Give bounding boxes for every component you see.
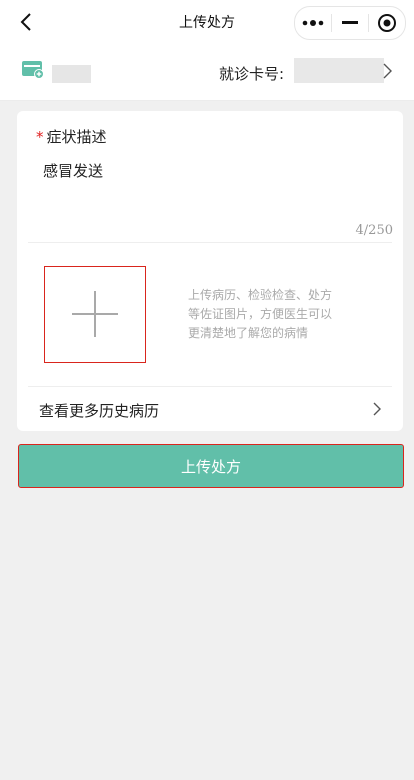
card-number-label: 就诊卡号:	[219, 65, 285, 83]
required-mark: *	[36, 128, 44, 146]
prescription-form-card: * 症状描述 感冒发送 4/250 上传病历、检验检查、处方 等佐证图片，方便医生…	[17, 111, 403, 431]
history-label: 查看更多历史病历	[39, 402, 160, 420]
mini-program-capsule	[294, 6, 406, 40]
more-dots-icon	[302, 20, 324, 26]
upload-hint-line: 上传病历、检验检查、处方	[188, 288, 333, 302]
card-number-placeholder	[294, 58, 384, 83]
medical-card-selector[interactable]: 就诊卡号:	[0, 44, 414, 101]
plus-icon	[72, 291, 118, 337]
upload-prescription-button[interactable]: 上传处方	[18, 444, 404, 488]
card-plus-icon	[22, 61, 44, 83]
symptom-title: * 症状描述	[36, 126, 107, 147]
character-counter: 4/250	[355, 223, 393, 238]
upload-hint: 上传病历、检验检查、处方 等佐证图片，方便医生可以 更清楚地了解您的病情	[188, 286, 363, 343]
chevron-right-icon	[383, 63, 392, 83]
minimize-icon	[342, 21, 358, 24]
target-close-icon	[378, 14, 396, 32]
chevron-right-icon	[373, 401, 381, 420]
close-button[interactable]	[369, 7, 405, 39]
more-button[interactable]	[295, 7, 331, 39]
upload-image-button[interactable]	[44, 266, 146, 363]
symptom-title-text: 症状描述	[46, 128, 107, 146]
upload-hint-line: 等佐证图片，方便医生可以	[188, 307, 333, 321]
minimize-button[interactable]	[332, 7, 368, 39]
navigation-bar: 上传处方	[0, 0, 414, 44]
patient-name-placeholder	[52, 65, 91, 83]
view-history-records-link[interactable]: 查看更多历史病历	[17, 387, 403, 431]
symptom-textarea[interactable]: 感冒发送	[43, 160, 103, 181]
divider	[28, 242, 392, 243]
upload-hint-line: 更清楚地了解您的病情	[188, 326, 309, 340]
